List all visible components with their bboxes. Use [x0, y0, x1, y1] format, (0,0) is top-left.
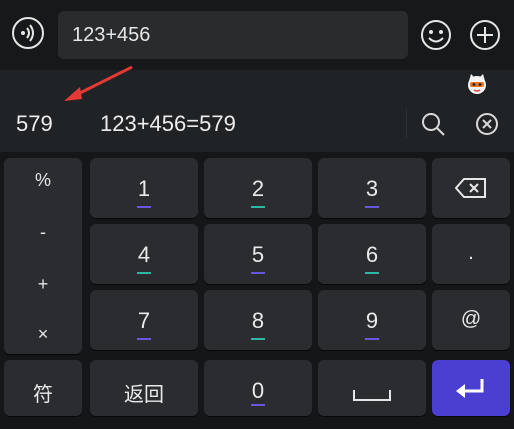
- key-indicator: [365, 338, 379, 340]
- close-circle-icon[interactable]: [474, 111, 500, 137]
- voice-icon[interactable]: [12, 17, 44, 49]
- key-multiply[interactable]: ×: [4, 324, 82, 345]
- key-9[interactable]: 9: [318, 290, 426, 350]
- key-percent[interactable]: %: [4, 170, 82, 191]
- symbol-key[interactable]: 符: [4, 360, 82, 416]
- key-indicator: [251, 338, 265, 340]
- key-1[interactable]: 1: [90, 158, 198, 218]
- key-indicator: [137, 272, 151, 274]
- key-indicator: [251, 404, 265, 406]
- candidate-result[interactable]: 579: [16, 111, 53, 137]
- key-5[interactable]: 5: [204, 224, 312, 284]
- symbol-column[interactable]: % - + ×: [4, 158, 82, 354]
- key-4[interactable]: 4: [90, 224, 198, 284]
- key-7[interactable]: 7: [90, 290, 198, 350]
- mascot-icon[interactable]: [466, 73, 488, 95]
- key-at[interactable]: @: [432, 290, 510, 350]
- key-2[interactable]: 2: [204, 158, 312, 218]
- search-icon[interactable]: [420, 111, 446, 137]
- enter-icon: [456, 379, 484, 398]
- space-icon: [353, 390, 391, 401]
- key-3[interactable]: 3: [318, 158, 426, 218]
- key-plus[interactable]: +: [4, 274, 82, 295]
- divider: [406, 108, 407, 138]
- space-key[interactable]: [318, 360, 426, 416]
- key-indicator: [251, 272, 265, 274]
- candidate-equation[interactable]: 123+456=579: [100, 111, 236, 137]
- key-indicator: [137, 206, 151, 208]
- key-indicator: [251, 206, 265, 208]
- backspace-key[interactable]: [432, 158, 510, 218]
- back-key[interactable]: 返回: [90, 360, 198, 416]
- key-minus[interactable]: -: [4, 222, 82, 243]
- key-dot[interactable]: .: [432, 224, 510, 284]
- key-6[interactable]: 6: [318, 224, 426, 284]
- annotation-arrow: [64, 65, 133, 101]
- key-indicator: [365, 206, 379, 208]
- emoji-icon[interactable]: [420, 19, 452, 51]
- key-indicator: [137, 338, 151, 340]
- key-indicator: [365, 272, 379, 274]
- key-0[interactable]: 0: [204, 360, 312, 416]
- plus-icon[interactable]: [469, 19, 501, 51]
- enter-key[interactable]: [432, 360, 510, 416]
- key-8[interactable]: 8: [204, 290, 312, 350]
- message-input[interactable]: 123+456: [58, 11, 408, 59]
- backspace-icon: [455, 178, 486, 198]
